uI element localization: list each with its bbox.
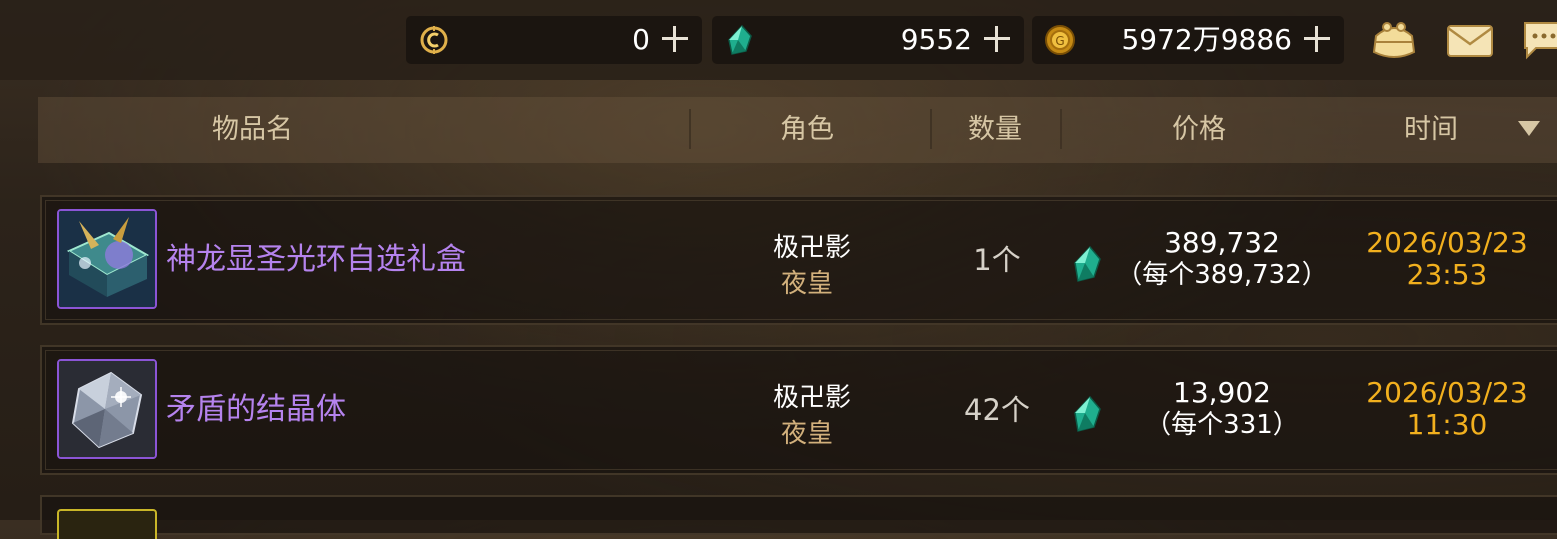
cera-value: 9552: [900, 23, 972, 56]
table-row[interactable]: 矛盾的结晶体 极卍影 夜皇 42个 13,902 （每个331） 2026/03…: [40, 345, 1557, 475]
column-item-name[interactable]: 物品名: [212, 97, 293, 163]
mileage-coin-icon: [420, 26, 448, 54]
gift-box-icon: [57, 209, 157, 309]
price: 13,902: [1173, 376, 1271, 409]
role-name: 极卍影: [772, 383, 851, 413]
coin-pouch-icon[interactable]: [1370, 18, 1418, 62]
add-cera-button[interactable]: [982, 24, 1012, 54]
time: 23:53: [1406, 258, 1488, 291]
cera-gem-icon: [1074, 245, 1101, 282]
header-divider: [689, 109, 691, 149]
gold-value: 5972万9886: [1121, 23, 1292, 56]
cera-currency: 9552: [712, 16, 1024, 64]
header-divider: [1060, 109, 1062, 149]
cera-gem-icon: [1074, 395, 1101, 432]
item-name[interactable]: 神龙显圣光环自选礼盒: [166, 197, 466, 323]
column-quantity[interactable]: 数量: [968, 97, 1022, 163]
column-price[interactable]: 价格: [1172, 97, 1226, 163]
quantity: 1个: [973, 243, 1021, 277]
add-mileage-button[interactable]: [660, 24, 690, 54]
gold-currency: G 5972万9886: [1032, 16, 1344, 64]
time: 11:30: [1406, 408, 1488, 441]
mileage-value: 0: [632, 23, 650, 56]
svg-text:G: G: [1055, 34, 1064, 48]
gold-coin-icon: G: [1045, 25, 1075, 55]
role-class: 夜皇: [780, 419, 833, 449]
item-name[interactable]: 矛盾的结晶体: [166, 347, 346, 473]
role-class: 夜皇: [780, 269, 833, 299]
column-time[interactable]: 时间: [1404, 97, 1458, 163]
item-icon: [57, 509, 157, 539]
role-name: 极卍影: [772, 233, 851, 263]
header-divider: [930, 109, 932, 149]
unit-price: （每个389,732）: [1116, 260, 1328, 290]
mail-icon[interactable]: [1446, 24, 1494, 58]
crystal-icon: [57, 359, 157, 459]
table-row[interactable]: 神龙显圣光环自选礼盒 极卍影 夜皇 1个 389,732 （每个389,732）…: [40, 195, 1557, 325]
column-role[interactable]: 角色: [780, 97, 834, 163]
currency-bar: 0 9552 G 5972万9886: [0, 0, 1557, 80]
mileage-currency: 0: [406, 16, 702, 64]
unit-price: （每个331）: [1145, 410, 1299, 440]
sort-descending-icon[interactable]: [1518, 121, 1540, 136]
date: 2026/03/23: [1366, 376, 1528, 409]
cera-gem-icon: [728, 24, 752, 55]
table-header: 物品名 角色 数量 价格 时间: [38, 97, 1557, 163]
chat-icon[interactable]: [1522, 20, 1557, 60]
quantity: 42个: [964, 393, 1030, 427]
table-row[interactable]: [40, 495, 1557, 539]
price: 389,732: [1164, 226, 1280, 259]
add-gold-button[interactable]: [1302, 24, 1332, 54]
date: 2026/03/23: [1366, 226, 1528, 259]
